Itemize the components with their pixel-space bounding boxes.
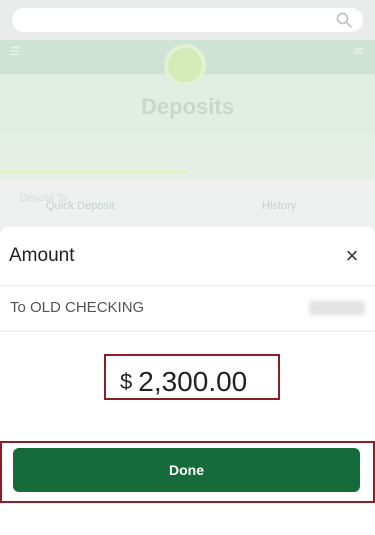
menu-icon[interactable]: ☰ — [10, 45, 20, 58]
search-icon[interactable] — [335, 11, 353, 29]
amount-highlight-box[interactable]: $2,300.00 — [104, 354, 280, 400]
search-bar — [0, 0, 375, 40]
account-balance-redacted — [309, 301, 365, 315]
close-icon[interactable]: × — [341, 245, 363, 267]
tab-history[interactable]: History — [262, 200, 296, 212]
amount-value: 2,300.00 — [138, 366, 248, 397]
deposit-to-label: Deposit To — [20, 193, 68, 204]
notification-icon[interactable]: ✉ — [354, 45, 363, 58]
amount-sheet: Amount × To OLD CHECKING $2,300.00 Done — [0, 227, 375, 535]
amount-field[interactable]: $2,300.00 — [120, 366, 247, 398]
sheet-header: Amount × — [0, 227, 375, 286]
done-button[interactable]: Done — [13, 448, 360, 492]
active-tab-indicator — [0, 170, 188, 173]
sheet-title: Amount — [9, 245, 75, 266]
hero-header: ☰ ✉ Deposits Quick Deposit History — [0, 40, 375, 212]
page-title: Deposits — [141, 94, 234, 119]
to-account-label: To OLD CHECKING — [10, 299, 145, 316]
logo — [168, 48, 202, 82]
to-account-row: To OLD CHECKING — [0, 285, 375, 332]
search-input[interactable] — [12, 8, 363, 32]
currency-symbol: $ — [120, 369, 133, 394]
